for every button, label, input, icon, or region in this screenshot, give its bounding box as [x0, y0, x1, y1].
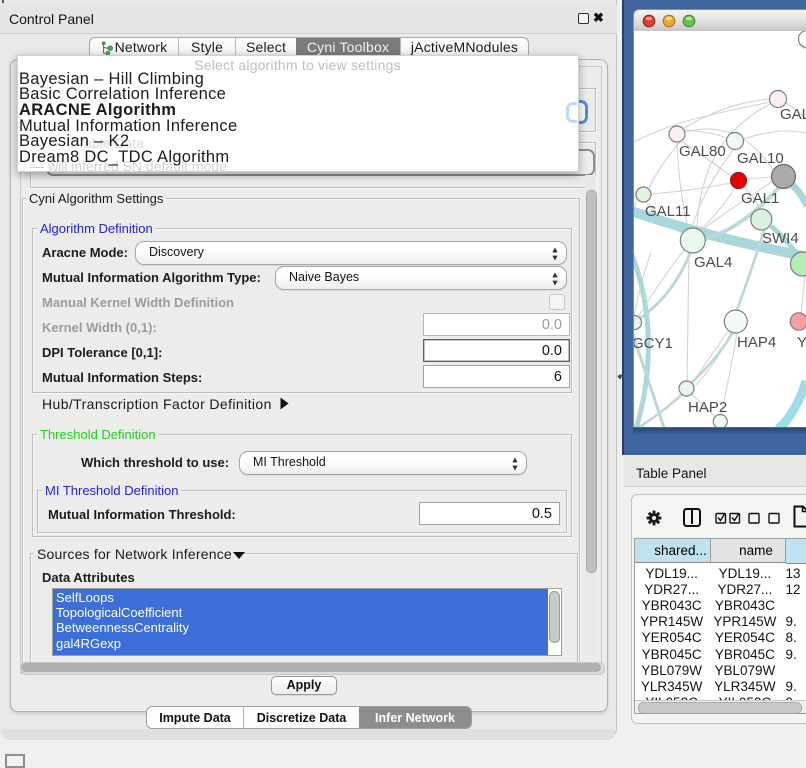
svg-text:GAL4: GAL4 — [694, 254, 732, 271]
svg-text:HAP4: HAP4 — [737, 334, 776, 351]
svg-text:GAL10: GAL10 — [737, 150, 784, 167]
svg-text:GAL1: GAL1 — [741, 190, 779, 207]
svg-text:GAL11: GAL11 — [645, 203, 691, 220]
svg-text:SWI4: SWI4 — [762, 230, 799, 247]
svg-text:GAL80: GAL80 — [679, 143, 726, 160]
svg-text:HAP2: HAP2 — [688, 399, 727, 416]
svg-text:GCY1: GCY1 — [634, 335, 673, 352]
svg-text:GAL2: GAL2 — [780, 106, 806, 123]
svg-text:Y: Y — [797, 334, 806, 351]
